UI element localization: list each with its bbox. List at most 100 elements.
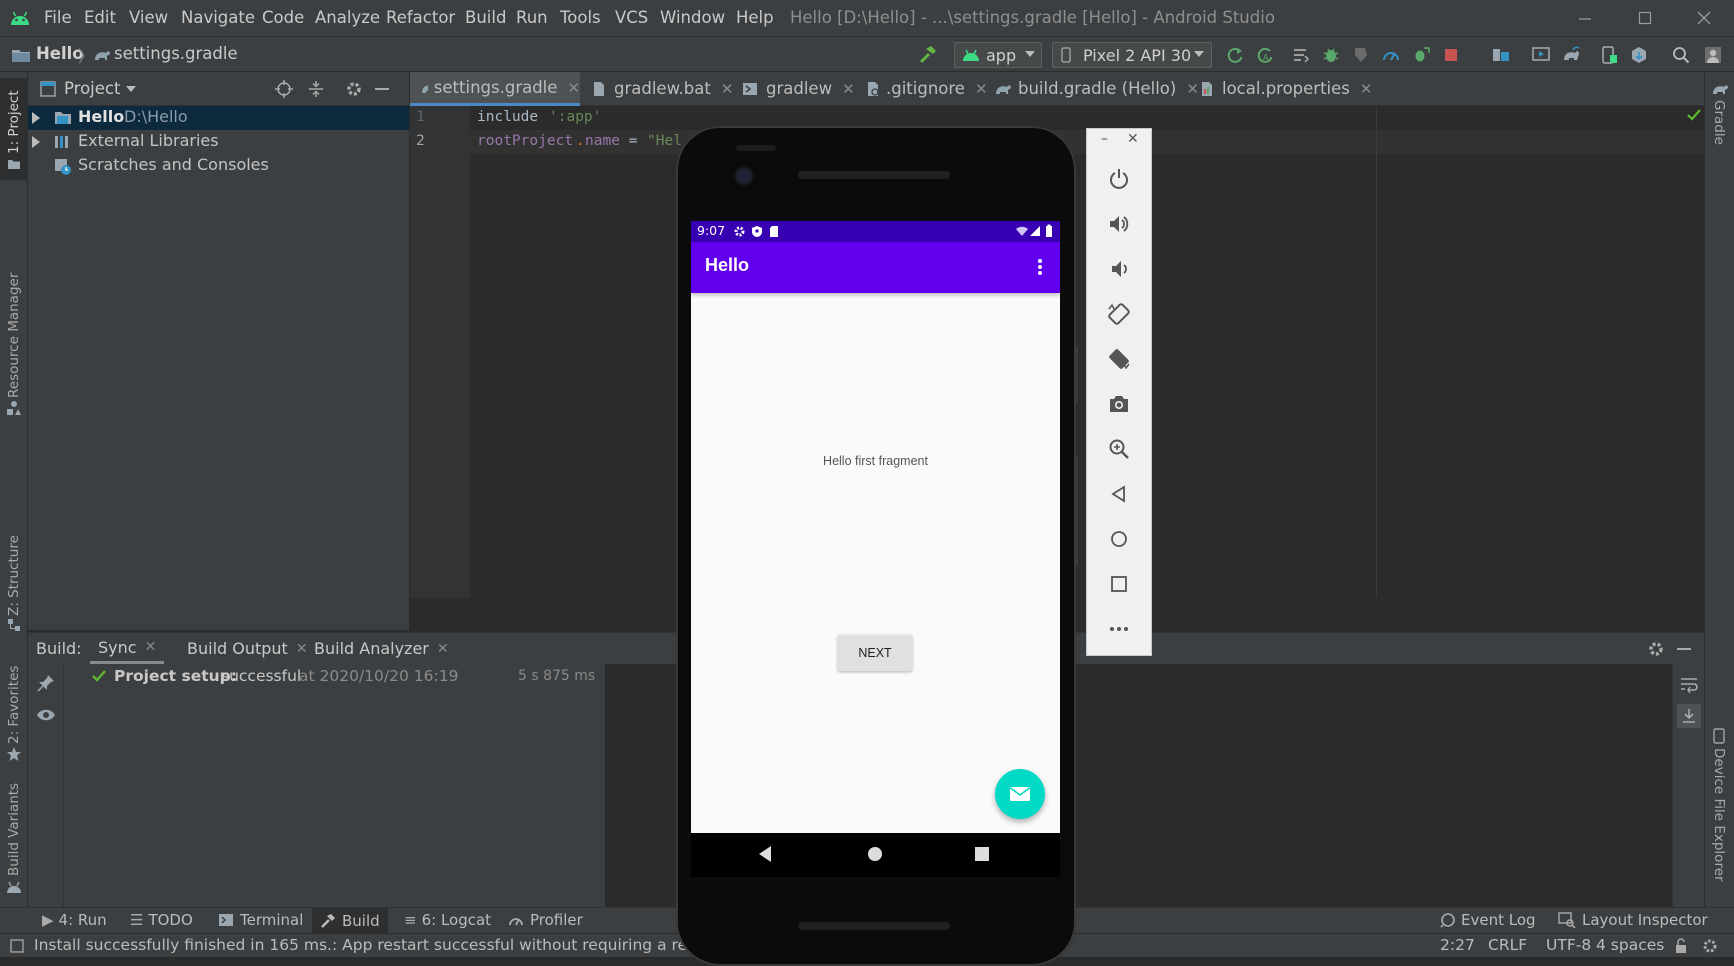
run-configuration-select[interactable]: app <box>954 42 1042 68</box>
tab-build-output[interactable]: Build Output ✕ <box>179 633 316 664</box>
breadcrumb-file[interactable]: settings.gradle <box>114 44 238 63</box>
apply-code-changes-icon[interactable] <box>1290 44 1312 66</box>
user-account-icon[interactable] <box>1702 44 1724 66</box>
profile-app-icon[interactable] <box>1380 44 1402 66</box>
minimize-window-icon[interactable] <box>1574 7 1596 29</box>
collapse-all-icon[interactable] <box>306 79 326 99</box>
back-button[interactable] <box>1087 474 1151 514</box>
fab-email-button[interactable] <box>995 769 1045 819</box>
memory-indicator-icon[interactable] <box>1702 938 1718 954</box>
tree-row-external-libraries[interactable]: External Libraries <box>28 130 409 154</box>
zoom-button[interactable] <box>1087 429 1151 469</box>
tab-local-properties[interactable]: local.properties ✕ <box>1200 72 1372 105</box>
menu-refactor[interactable]: Refactor <box>386 8 455 27</box>
run-with-coverage-icon[interactable] <box>1350 44 1372 66</box>
menu-tools[interactable]: Tools <box>560 8 601 27</box>
close-tab-icon[interactable]: ✕ <box>842 80 855 98</box>
next-button[interactable]: NEXT <box>838 635 912 671</box>
menu-file[interactable]: File <box>44 8 72 27</box>
expand-arrow-icon[interactable] <box>32 112 40 124</box>
tab-sync[interactable]: Sync ✕ <box>90 633 165 664</box>
stripe-project-button[interactable]: 1: Project <box>0 78 27 180</box>
close-tab-icon[interactable]: ✕ <box>721 80 734 98</box>
tab-build-analyzer[interactable]: Build Analyzer ✕ <box>306 633 457 664</box>
close-tab-icon[interactable]: ✕ <box>975 80 988 98</box>
rotate-left-button[interactable] <box>1087 294 1151 334</box>
menu-help[interactable]: Help <box>736 8 774 27</box>
hide-panel-icon[interactable] <box>372 79 392 99</box>
expand-arrow-icon[interactable] <box>32 136 40 148</box>
tool-layout-inspector-button[interactable]: Layout Inspector <box>1558 911 1708 929</box>
apply-changes-restart-icon[interactable]: A <box>1254 44 1276 66</box>
power-button[interactable] <box>1087 159 1151 199</box>
eye-icon[interactable] <box>35 704 57 726</box>
tool-logcat-button[interactable]: ≡ 6: Logcat <box>404 911 491 929</box>
search-everywhere-icon[interactable] <box>1670 44 1692 66</box>
stripe-resource-manager-button[interactable]: Resource Manager <box>0 204 27 422</box>
tool-run-button[interactable]: ▶ 4: Run <box>42 911 107 929</box>
menu-edit[interactable]: Edit <box>84 8 116 27</box>
menu-run[interactable]: Run <box>516 8 548 27</box>
overflow-menu-icon[interactable] <box>1037 258 1043 276</box>
rotate-right-button[interactable] <box>1087 339 1151 379</box>
gradle-sync-elephant-icon[interactable] <box>1560 44 1582 66</box>
recents-nav-icon[interactable] <box>973 845 991 863</box>
locate-file-icon[interactable] <box>274 79 294 99</box>
status-message[interactable]: Install successfully finished in 165 ms.… <box>34 936 735 954</box>
menu-window[interactable]: Window <box>660 8 725 27</box>
pin-icon[interactable] <box>35 672 57 694</box>
menu-analyze[interactable]: Analyze <box>315 8 380 27</box>
debug-bug-icon[interactable] <box>1320 44 1342 66</box>
soft-wrap-icon[interactable] <box>1678 674 1700 696</box>
menu-navigate[interactable]: Navigate <box>181 8 255 27</box>
tool-event-log-button[interactable]: Event Log <box>1440 911 1536 929</box>
tab-build-gradle[interactable]: build.gradle (Hello) ✕ <box>994 72 1199 105</box>
make-project-hammer-icon[interactable] <box>916 44 940 66</box>
stripe-device-file-explorer-button[interactable]: Device File Explorer <box>1705 728 1734 908</box>
scroll-to-end-icon[interactable] <box>1677 704 1701 728</box>
stripe-structure-button[interactable]: Z: Structure <box>0 464 27 639</box>
close-tab-icon[interactable]: ✕ <box>1360 80 1373 98</box>
tab-gradlew-bat[interactable]: gradlew.bat ✕ <box>592 72 733 105</box>
stripe-favorites-button[interactable]: 2: Favorites <box>0 656 27 768</box>
status-line-separator[interactable]: CRLF <box>1488 936 1527 954</box>
tree-row-scratches[interactable]: Scratches and Consoles <box>28 154 409 178</box>
tab-settings-gradle[interactable]: settings.gradle ✕ <box>410 72 580 106</box>
rerun-app-icon[interactable] <box>1224 44 1246 66</box>
unlock-icon[interactable] <box>1674 938 1688 954</box>
tab-gradlew[interactable]: gradlew ✕ <box>742 72 855 105</box>
menu-build[interactable]: Build <box>465 8 506 27</box>
tool-todo-button[interactable]: ☰ TODO <box>130 911 193 929</box>
screenshot-button[interactable] <box>1087 384 1151 424</box>
home-nav-icon[interactable] <box>866 845 884 863</box>
build-entry-project-setup[interactable]: Project setup: successful at 2020/10/20 … <box>64 664 606 688</box>
status-indent[interactable]: 4 spaces <box>1596 936 1664 954</box>
tool-profiler-button[interactable]: Profiler <box>508 911 583 929</box>
close-tab-icon[interactable]: ✕ <box>437 641 449 657</box>
hide-panel-icon[interactable] <box>1674 639 1694 659</box>
tool-build-button[interactable]: Build <box>312 908 388 933</box>
settings-gear-icon[interactable] <box>1646 639 1666 659</box>
tree-row-hello[interactable]: Hello D:\Hello <box>28 106 409 130</box>
minimize-emulator-icon[interactable]: – <box>1101 131 1108 147</box>
close-tab-icon[interactable]: ✕ <box>145 639 157 655</box>
home-button[interactable] <box>1087 519 1151 559</box>
tool-terminal-button[interactable]: Terminal <box>218 911 303 929</box>
settings-gear-icon[interactable] <box>344 79 364 99</box>
attach-debugger-icon[interactable] <box>1410 44 1432 66</box>
stop-icon[interactable] <box>1440 44 1462 66</box>
avd-manager-icon[interactable] <box>1598 44 1620 66</box>
toggle-tool-windows-icon[interactable] <box>10 939 24 953</box>
close-emulator-icon[interactable]: ✕ <box>1127 131 1139 147</box>
sdk-manager-icon[interactable] <box>1628 44 1650 66</box>
emulator-screen[interactable]: 9:07 Hello Hello first fragment NEXT <box>691 221 1060 833</box>
overview-button[interactable] <box>1087 564 1151 604</box>
menu-view[interactable]: View <box>129 8 168 27</box>
volume-down-button[interactable] <box>1087 249 1151 289</box>
tab-gitignore[interactable]: .gitignore ✕ <box>866 72 988 105</box>
menu-code[interactable]: Code <box>262 8 304 27</box>
status-caret-position[interactable]: 2:27 <box>1440 936 1475 954</box>
breadcrumb-project[interactable]: Hello <box>36 44 84 63</box>
maximize-window-icon[interactable] <box>1634 7 1656 29</box>
chevron-down-icon[interactable] <box>126 86 136 92</box>
